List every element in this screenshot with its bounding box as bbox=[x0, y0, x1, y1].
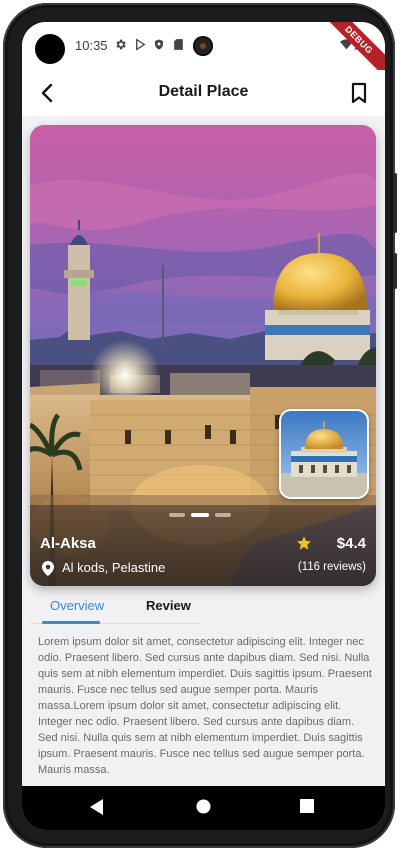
rating-price: $4.4 bbox=[296, 535, 366, 553]
tab-overview[interactable]: Overview bbox=[50, 598, 104, 613]
carousel-dot-active[interactable] bbox=[191, 513, 209, 517]
back-triangle-icon[interactable] bbox=[90, 799, 104, 815]
status-time: 10:35 bbox=[75, 38, 108, 53]
page-title: Detail Place bbox=[158, 83, 249, 100]
system-nav-bar bbox=[22, 786, 385, 830]
dome-thumbnail-photo bbox=[281, 411, 367, 497]
place-description: Lorem ipsum dolor sit amet, consectetur … bbox=[38, 636, 372, 776]
place-name: Al-Aksa bbox=[40, 535, 96, 552]
tab-review[interactable]: Review bbox=[146, 598, 191, 613]
thumbnail-image[interactable] bbox=[279, 409, 369, 499]
detail-tabs: Overview Review bbox=[30, 586, 376, 626]
price-text: $4.4 bbox=[336, 535, 366, 552]
shield-icon bbox=[155, 39, 163, 50]
sd-card-icon bbox=[174, 39, 183, 50]
bookmark-icon[interactable] bbox=[347, 81, 371, 105]
play-store-icon bbox=[136, 38, 146, 51]
carousel-dot[interactable] bbox=[169, 513, 185, 517]
place-card[interactable]: Al-Aksa Al kods, Pelastine $4.4 (116 rev… bbox=[30, 125, 376, 586]
location-pin-icon bbox=[42, 561, 54, 576]
location-text: Al kods, Pelastine bbox=[62, 560, 166, 575]
recording-indicator bbox=[193, 36, 213, 56]
star-icon bbox=[297, 536, 311, 550]
volume-button bbox=[393, 173, 397, 233]
reviews-count: (116 reviews) bbox=[297, 561, 366, 573]
carousel-dot[interactable] bbox=[215, 513, 231, 517]
recents-square-icon[interactable] bbox=[300, 799, 314, 813]
power-button bbox=[393, 253, 397, 289]
app-bar: Detail Place bbox=[22, 70, 385, 116]
phone-frame: 10:35 DEBUG Detail Place Al-Aksa Al kods… bbox=[3, 3, 397, 848]
status-bar: 10:35 DEBUG bbox=[22, 22, 385, 82]
screen: 10:35 DEBUG Detail Place Al-Aksa Al kods… bbox=[22, 22, 385, 830]
home-circle-icon[interactable] bbox=[196, 799, 211, 814]
settings-icon bbox=[116, 39, 126, 50]
front-camera bbox=[35, 34, 65, 64]
tab-indicator bbox=[42, 621, 100, 624]
